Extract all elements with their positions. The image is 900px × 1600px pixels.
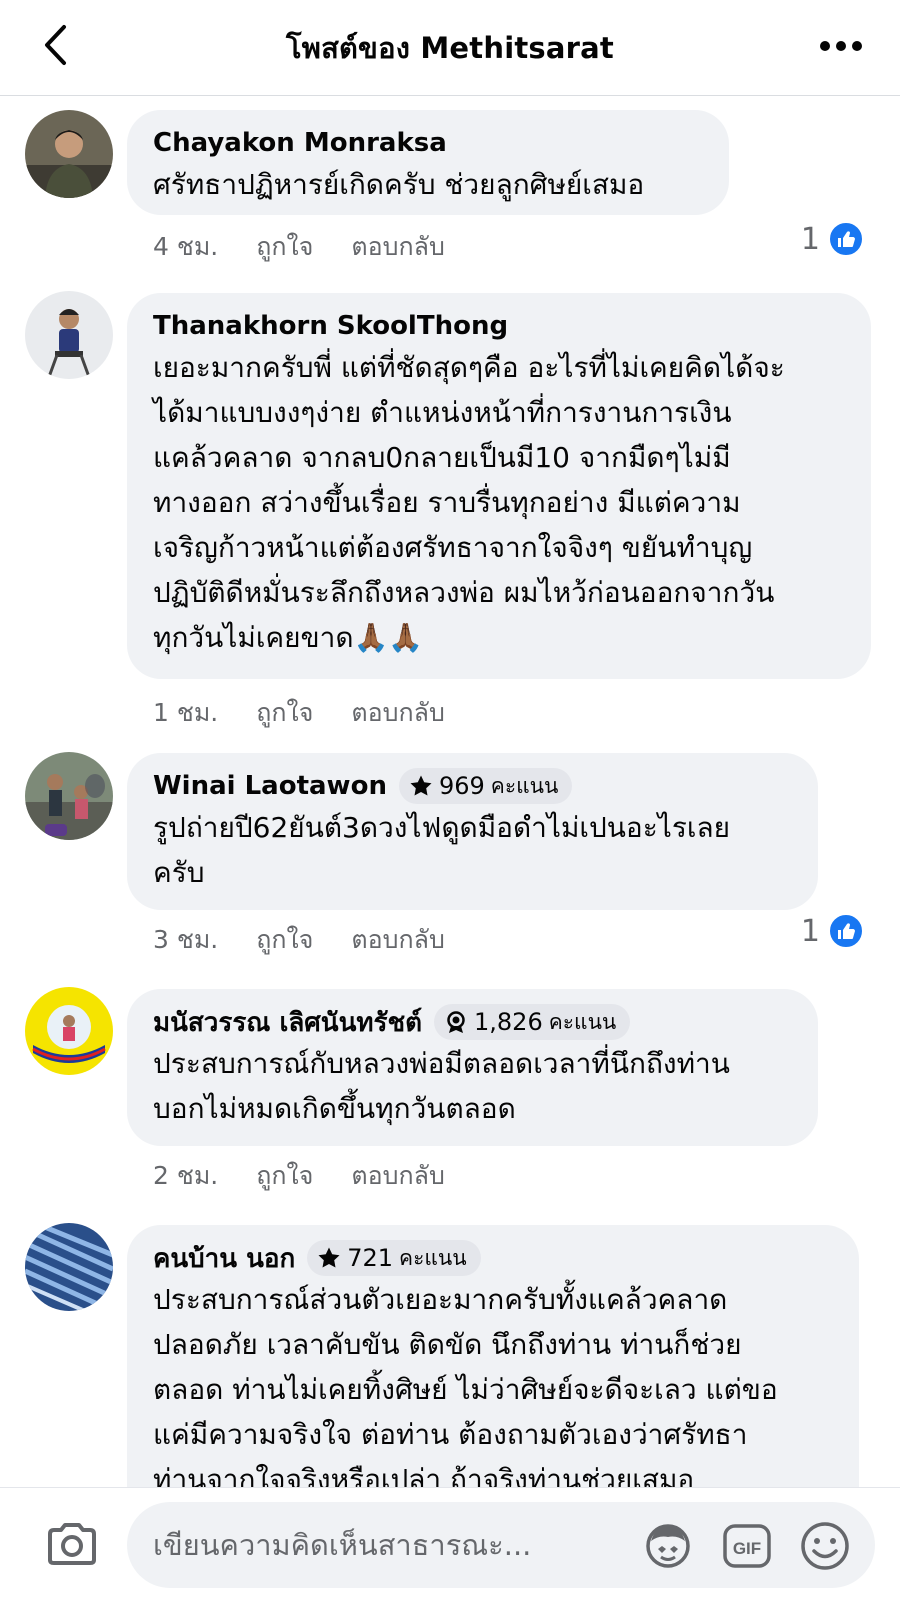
reaction-count[interactable]: 1 [801,221,864,257]
comment-text-line: ปฏิบัติดีหมั่นระลึกถึงหลวงพ่อ ผมไหว้ก่อน… [153,576,775,609]
avatar[interactable] [25,110,113,198]
points-badge[interactable]: 721 คะแนน [307,1240,481,1276]
comment-text-line: บอกไม่หมดเกิดขึ้นทุกวันตลอด [153,1092,516,1125]
comment-text-line: ท่านจากใจจริงหรือเปล่า ถ้าจริงท่านช่วยเส… [153,1463,695,1487]
more-options-button[interactable] [816,26,866,66]
comment-text-line: ปลอดภัย เวลาคับขัน ติดขัด นึกถึงท่าน ท่า… [153,1328,742,1361]
emoji-icon [801,1522,849,1570]
reply-link[interactable]: ตอบกลับ [351,693,444,733]
back-button[interactable] [30,20,80,70]
comment-text-line: ได้มาแบบงงๆง่าย ตำแหน่งหน้าที่การงานการเ… [153,396,732,429]
comment-text-line: ตลอด ท่านไม่เคยทิ้งศิษย์ ไม่ว่าศิษย์จะดี… [153,1373,778,1406]
comment-text-line: ครับ [153,856,205,889]
comment-bubble[interactable]: Thanakhorn SkoolThong เยอะมากครับพี่ แต่… [127,293,871,679]
reply-link[interactable]: ตอบกลับ [351,1156,444,1196]
points-badge[interactable]: 1,826 คะแนน [434,1004,631,1040]
like-link[interactable]: ถูกใจ [256,227,313,267]
points-value: 721 [347,1244,394,1272]
comment-bubble[interactable]: Chayakon Monraksa ศรัทธาปฏิหารย์เกิดครับ… [127,110,729,215]
points-unit: คะแนน [490,773,559,798]
reaction-count-number: 1 [800,913,820,949]
comment-author[interactable]: มนัสวรรณ เลิศนันทรัชต์ [153,1002,422,1043]
like-link[interactable]: ถูกใจ [256,1156,313,1196]
svg-text:GIF: GIF [733,1539,761,1558]
star-icon [410,775,432,796]
thumbs-up-icon [828,913,864,949]
gif-button[interactable]: GIF [719,1518,775,1574]
comment-text-line: ทางออก สว่างขึ้นเรื่อย ราบรื่นทุกอย่าง ม… [153,486,741,519]
comment-author[interactable]: คนบ้าน นอก [153,1238,295,1279]
top-bar: โพสต์ของ Methitsarat [0,0,900,96]
camera-button[interactable] [44,1516,100,1572]
comment-bubble[interactable]: Winai Laotawon 969 คะแนน รูปถ่ายปี62ยันต… [127,753,818,910]
comment-bubble[interactable]: คนบ้าน นอก 721 คะแนน ประสบการณ์ส่วนตัวเย… [127,1225,859,1487]
comment-composer: เขียนความคิดเห็นสาธารณะ... GIF [0,1487,900,1600]
comment-author[interactable]: Thanakhorn SkoolThong [153,311,508,341]
comment-bubble[interactable]: มนัสวรรณ เลิศนันทรัชต์ 1,826 คะแนน ประสบ… [127,989,818,1146]
comment-text-line: เจริญก้าวหน้าแต่ต้องศรัทธาจากใจจิงๆ ขยัน… [153,531,753,564]
comment-time[interactable]: 3 ชม. [153,920,218,960]
comment-list[interactable]: Chayakon Monraksa ศรัทธาปฏิหารย์เกิดครับ… [0,97,900,1487]
page-title: โพสต์ของ Methitsarat [286,30,614,65]
star-icon [318,1247,340,1268]
reply-link[interactable]: ตอบกลับ [351,920,444,960]
comment-text-line: ทุกวันไม่เคยขาด🙏🏾🙏🏾 [153,621,424,654]
avatar[interactable] [25,987,113,1075]
emoji-button[interactable] [797,1518,853,1574]
comment-time[interactable]: 4 ชม. [153,227,218,267]
thumbs-up-icon [828,221,864,257]
comment-text-line: ประสบการณ์ส่วนตัวเยอะมากครับทั้งแคล้วคลา… [153,1283,728,1316]
points-value: 1,826 [474,1008,543,1036]
comment-text-line: ประสบการณ์กับหลวงพ่อมีตลอดเวลาที่นึกถึงท… [153,1047,730,1080]
gif-icon: GIF [723,1524,771,1568]
comment-author[interactable]: Winai Laotawon [153,771,387,801]
more-dots-icon [820,41,862,51]
comment-text-line: แค่มีความจริงใจ ต่อท่าน ต้องถามตัวเองว่า… [153,1418,748,1451]
avatar[interactable] [25,291,113,379]
avatar[interactable] [25,752,113,840]
award-icon [447,1011,465,1033]
comment-author[interactable]: Chayakon Monraksa [153,128,447,158]
reaction-count-number: 1 [800,221,820,257]
points-unit: คะแนน [548,1009,617,1034]
avatar[interactable] [25,1223,113,1311]
comment-text-line: แคล้วคลาด จากลบ0กลายเป็นมี10 จากมืดๆไม่ม… [153,441,731,474]
points-value: 969 [438,772,485,800]
comment-text: ศรัทธาปฏิหารย์เกิดครับ ช่วยลูกศิษย์เสมอ [153,168,645,201]
comment-time[interactable]: 1 ชม. [153,693,218,733]
avatar-sticker-button[interactable] [640,1518,696,1574]
avatar-sticker-icon [646,1524,690,1568]
comment-text-line: เยอะมากครับพี่ แต่ที่ชัดสุดๆคือ อะไรที่ไ… [153,351,785,384]
chevron-left-icon [45,25,66,65]
comment-text-line: รูปถ่ายปี62ยันต์3ดวงไฟดูดมือดำไม่เปนอะไร… [153,811,731,844]
like-link[interactable]: ถูกใจ [256,693,313,733]
reply-link[interactable]: ตอบกลับ [351,227,444,267]
reaction-count[interactable]: 1 [801,913,864,949]
like-link[interactable]: ถูกใจ [256,920,313,960]
points-badge[interactable]: 969 คะแนน [398,768,573,804]
camera-icon [48,1523,96,1565]
points-unit: คะแนน [399,1245,467,1270]
comment-time[interactable]: 2 ชม. [153,1156,218,1196]
